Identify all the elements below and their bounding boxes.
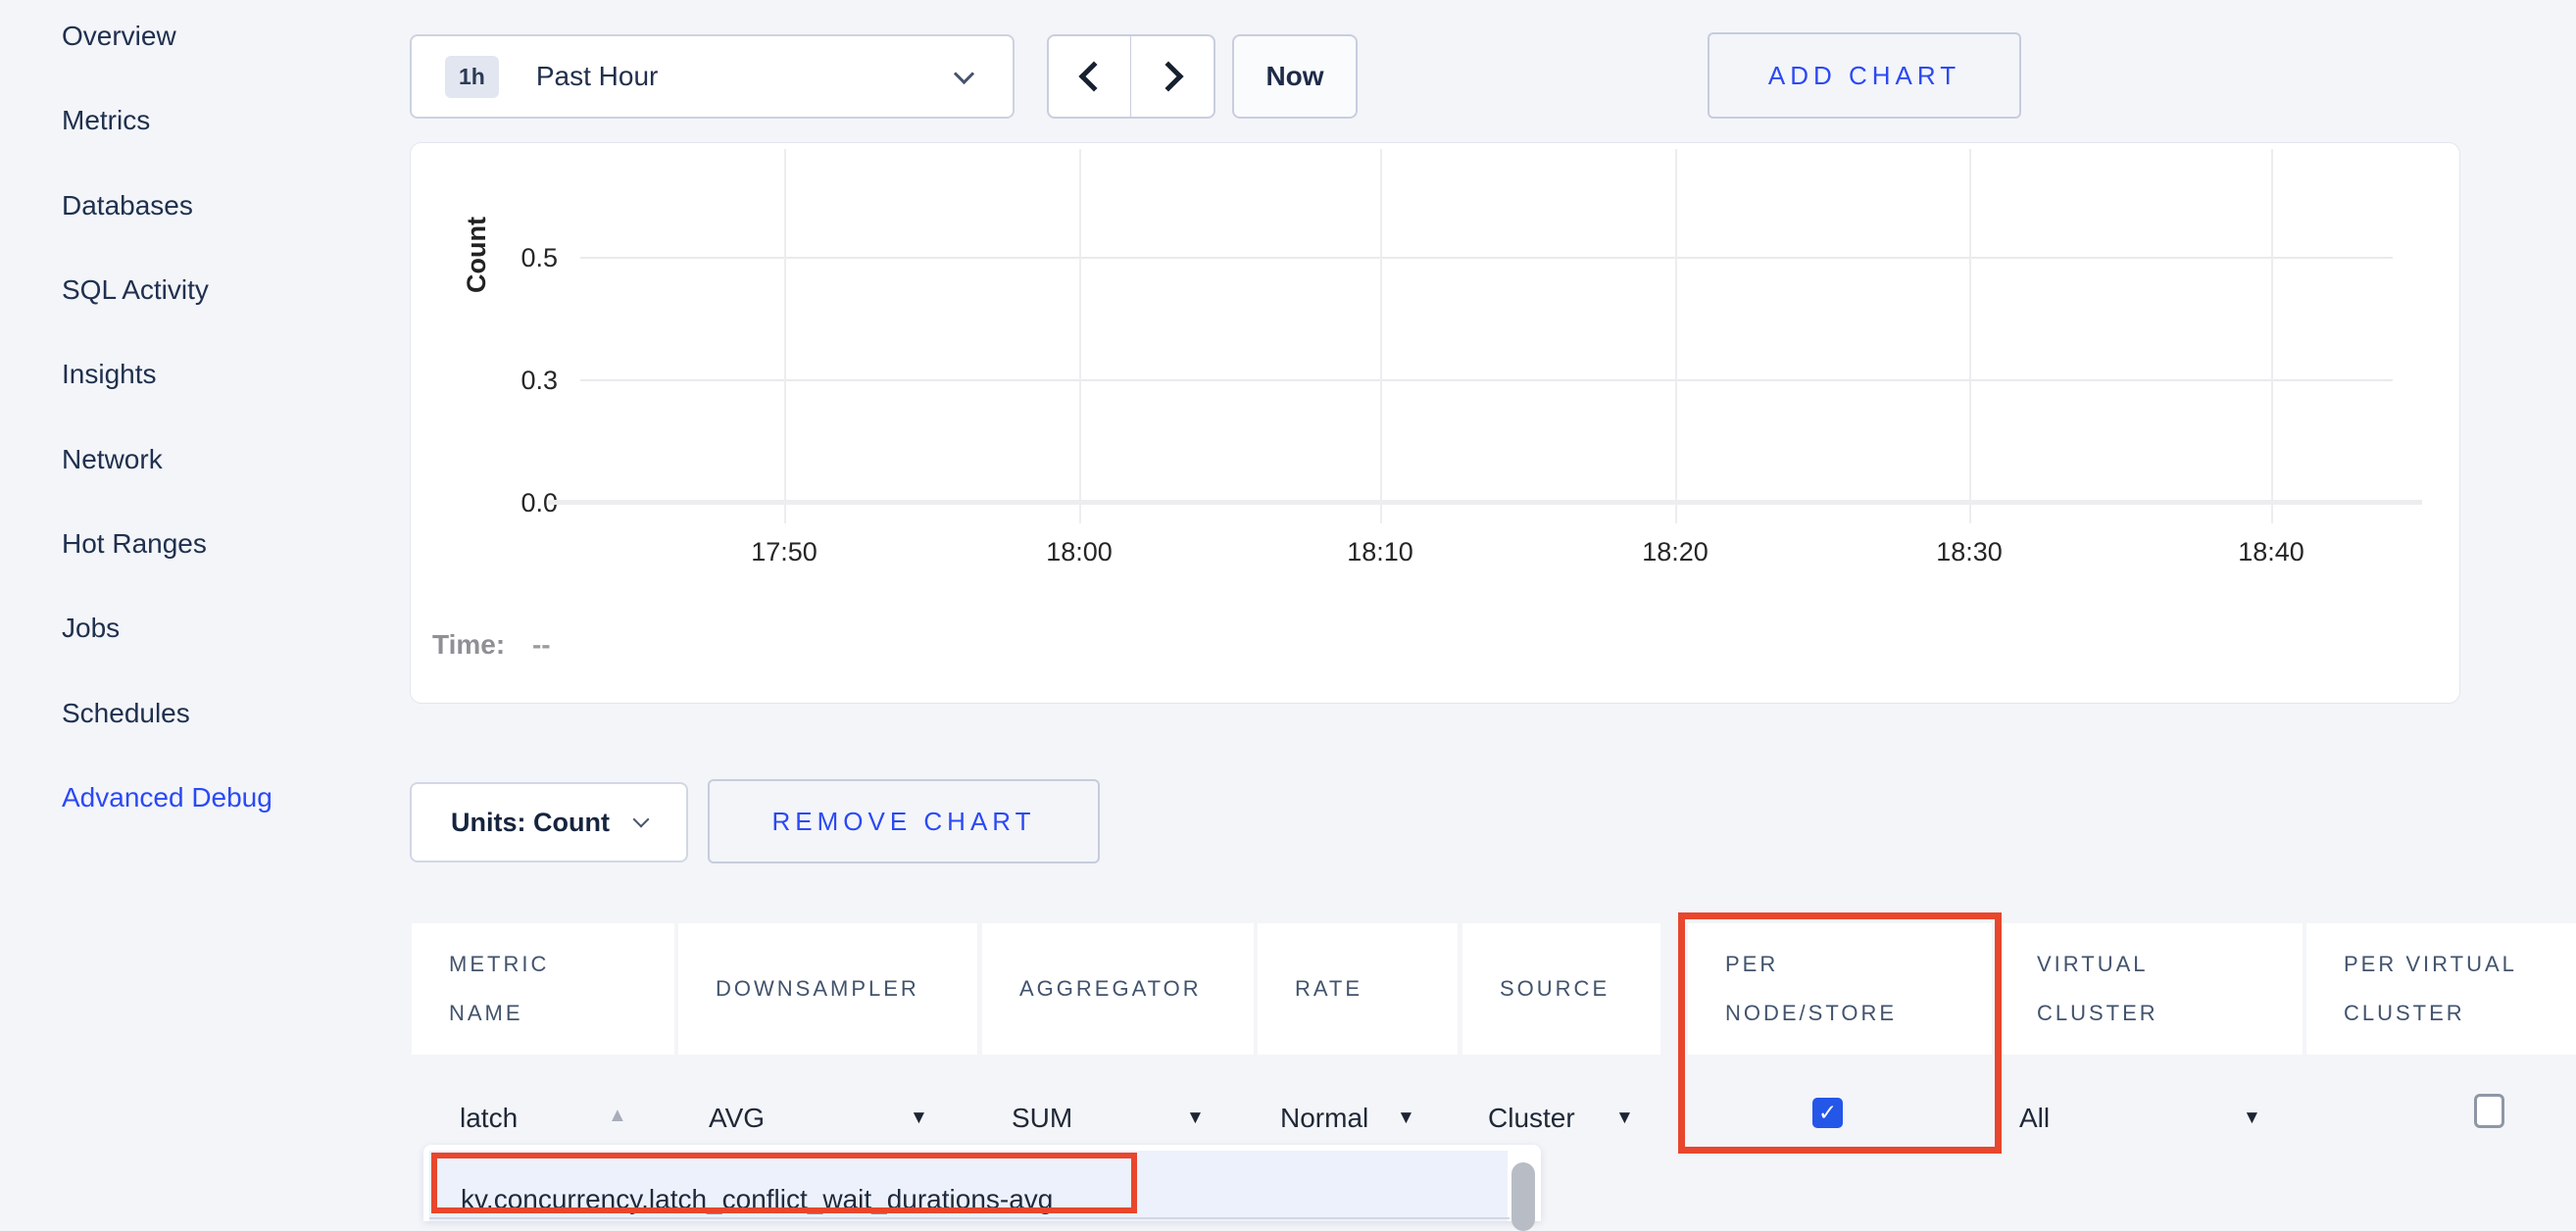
- highlight-box-per-node-store: [1678, 912, 2002, 1154]
- x-tick-label: 18:40: [2193, 535, 2350, 568]
- chevron-down-icon: [632, 812, 649, 828]
- per-virtual-cluster-checkbox[interactable]: [2474, 1094, 2504, 1128]
- divider: [429, 1217, 1535, 1219]
- x-tick-label: 18:20: [1597, 535, 1754, 568]
- time-readout-value: --: [532, 629, 551, 660]
- aggregator-select[interactable]: SUM: [1012, 1100, 1072, 1137]
- time-window-label: Past Hour: [536, 61, 659, 92]
- chevron-right-icon: [1153, 61, 1183, 91]
- gridline-vertical: [1079, 149, 1081, 523]
- metric-name-input[interactable]: latch: [460, 1100, 518, 1137]
- sidebar-item-overview[interactable]: Overview: [62, 17, 176, 56]
- y-tick-label: 0.3: [446, 364, 558, 397]
- time-readout-label: Time:: [432, 629, 505, 660]
- x-tick-label: 17:50: [706, 535, 863, 568]
- x-tick-label: 18:00: [1001, 535, 1158, 568]
- chevron-down-icon: [954, 63, 974, 83]
- caret-down-icon[interactable]: ▼: [1615, 1108, 1634, 1129]
- sidebar-item-advanced-debug[interactable]: Advanced Debug: [62, 778, 272, 817]
- x-tick-label: 18:10: [1302, 535, 1459, 568]
- virtual-cluster-select[interactable]: All: [2019, 1100, 2050, 1137]
- sidebar-item-insights[interactable]: Insights: [62, 355, 157, 394]
- caret-down-icon[interactable]: ▼: [1186, 1108, 1205, 1129]
- column-header-source: SOURCE: [1462, 923, 1660, 1055]
- time-window-badge: 1h: [445, 56, 499, 98]
- column-header-aggregator: AGGREGATOR: [982, 923, 1254, 1055]
- gridline-horizontal: [580, 379, 2393, 381]
- column-header-metric-name: METRIC NAME: [412, 923, 674, 1055]
- chevron-left-icon: [1078, 61, 1109, 91]
- sidebar-item-jobs[interactable]: Jobs: [62, 609, 120, 648]
- column-header-rate: RATE: [1258, 923, 1458, 1055]
- column-header-virtual-cluster: VIRTUAL CLUSTER: [2000, 923, 2303, 1055]
- sidebar-item-network[interactable]: Network: [62, 440, 163, 479]
- scrollbar-track[interactable]: [1510, 1151, 1539, 1221]
- gridline-vertical: [784, 149, 786, 523]
- now-button[interactable]: Now: [1232, 34, 1358, 119]
- chart-panel: Count 0.5 0.3 0.0 17:50 18:00 18:10 18:2…: [410, 142, 2460, 704]
- caret-down-icon[interactable]: ▼: [2243, 1108, 2261, 1129]
- gridline-vertical: [1380, 149, 1382, 523]
- gridline-horizontal: [580, 257, 2393, 259]
- time-window-selector[interactable]: 1h Past Hour: [410, 34, 1015, 119]
- gridline-vertical: [2271, 149, 2273, 523]
- gridline-vertical: [1675, 149, 1677, 523]
- sidebar-item-databases[interactable]: Databases: [62, 186, 193, 225]
- highlight-box-metric-suggestion: [431, 1153, 1137, 1213]
- hover-time-readout: Time: --: [432, 629, 551, 661]
- caret-down-icon[interactable]: ▼: [910, 1108, 928, 1129]
- sidebar-item-schedules[interactable]: Schedules: [62, 694, 190, 733]
- sidebar-item-sql-activity[interactable]: SQL Activity: [62, 271, 209, 310]
- sidebar-item-metrics[interactable]: Metrics: [62, 101, 150, 140]
- x-axis-baseline: [548, 500, 2422, 505]
- source-select[interactable]: Cluster: [1488, 1100, 1575, 1137]
- gridline-vertical: [1969, 149, 1971, 523]
- time-prev-button[interactable]: [1047, 34, 1132, 119]
- time-next-button[interactable]: [1130, 34, 1215, 119]
- units-dropdown-label: Units: Count: [451, 808, 610, 838]
- column-header-downsampler: DOWNSAMPLER: [678, 923, 977, 1055]
- units-dropdown[interactable]: Units: Count: [410, 782, 688, 862]
- sort-up-icon[interactable]: ▲: [608, 1105, 627, 1127]
- caret-down-icon[interactable]: ▼: [1397, 1108, 1415, 1129]
- x-tick-label: 18:30: [1891, 535, 2048, 568]
- y-tick-label: 0.0: [446, 486, 558, 519]
- sidebar-item-hot-ranges[interactable]: Hot Ranges: [62, 524, 207, 564]
- y-tick-label: 0.5: [446, 241, 558, 274]
- downsampler-select[interactable]: AVG: [709, 1100, 765, 1137]
- rate-select[interactable]: Normal: [1280, 1100, 1368, 1137]
- add-chart-button[interactable]: ADD CHART: [1708, 32, 2021, 119]
- column-header-per-virtual-cluster: PER VIRTUAL CLUSTER: [2306, 923, 2576, 1055]
- remove-chart-button[interactable]: REMOVE CHART: [708, 779, 1100, 863]
